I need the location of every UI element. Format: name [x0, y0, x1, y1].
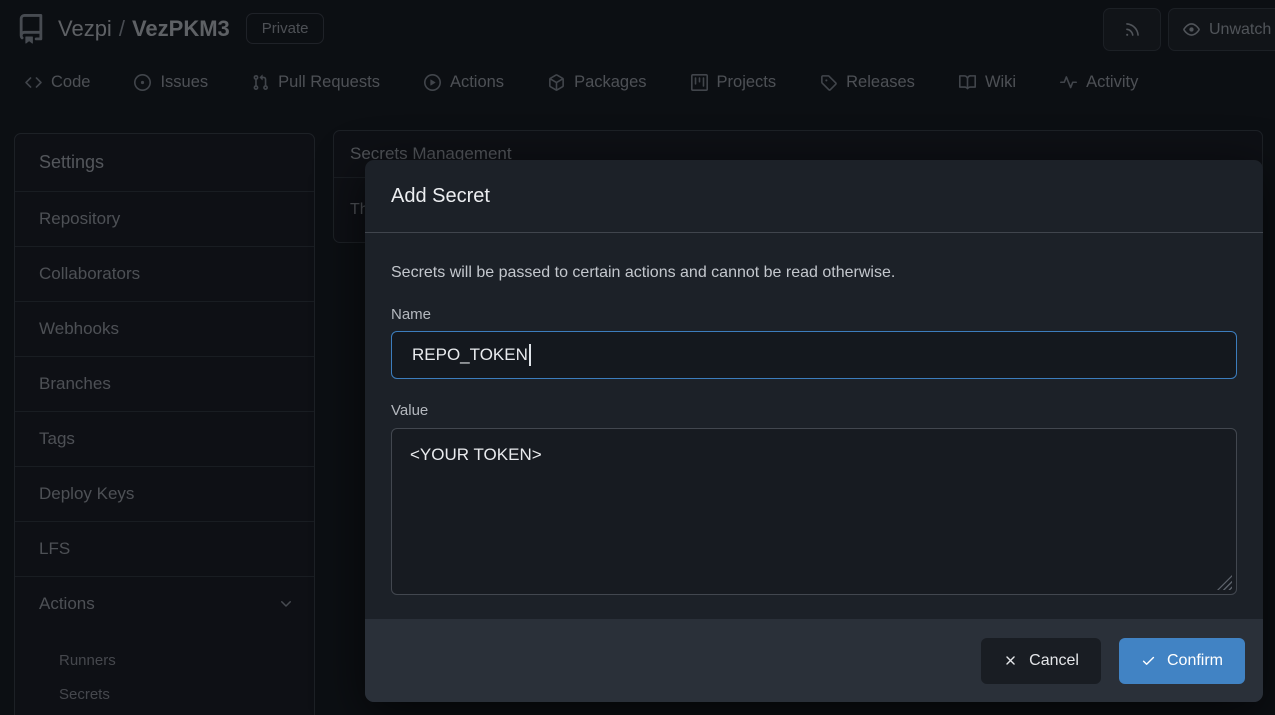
- secret-name-value: REPO_TOKEN: [412, 345, 528, 365]
- secret-value-text: <YOUR TOKEN>: [410, 445, 542, 464]
- confirm-button[interactable]: Confirm: [1119, 638, 1245, 684]
- check-icon: [1141, 653, 1156, 668]
- cancel-button[interactable]: Cancel: [981, 638, 1101, 684]
- secret-value-textarea[interactable]: <YOUR TOKEN>: [391, 428, 1237, 595]
- add-secret-modal: Add Secret Secrets will be passed to cer…: [365, 160, 1263, 702]
- secret-name-input[interactable]: REPO_TOKEN: [391, 331, 1237, 379]
- cancel-label: Cancel: [1029, 652, 1079, 670]
- name-field-label: Name: [391, 307, 1237, 323]
- confirm-label: Confirm: [1167, 652, 1223, 670]
- text-caret: [529, 344, 531, 366]
- modal-title: Add Secret: [391, 185, 490, 208]
- modal-description: Secrets will be passed to certain action…: [391, 263, 1237, 283]
- modal-body: Secrets will be passed to certain action…: [365, 233, 1263, 619]
- modal-footer: Cancel Confirm: [365, 619, 1263, 702]
- x-icon: [1003, 653, 1018, 668]
- modal-header: Add Secret: [365, 160, 1263, 233]
- resize-handle[interactable]: [1217, 575, 1232, 590]
- value-field-label: Value: [391, 403, 1237, 419]
